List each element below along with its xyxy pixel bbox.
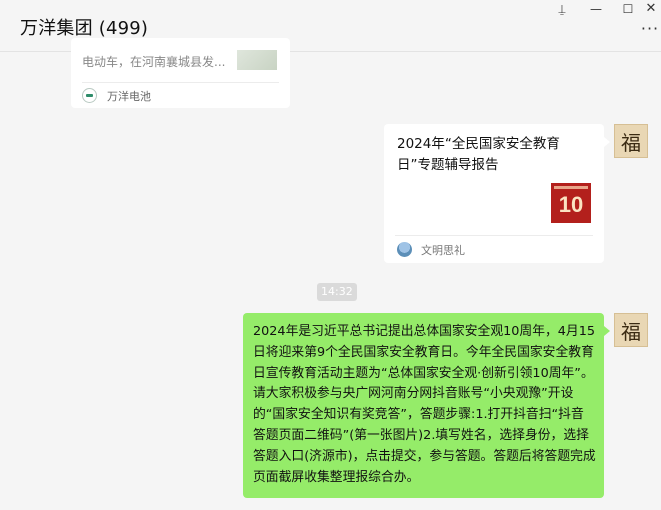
source-avatar-icon	[397, 242, 412, 257]
sender-avatar[interactable]: 福	[614, 124, 648, 158]
article-thumbnail: 10	[551, 183, 591, 223]
link-card-thumbnail	[237, 50, 277, 70]
pin-icon[interactable]: ⍊	[551, 0, 573, 18]
article-link-card[interactable]: 2024年“全民国家安全教育日”专题辅导报告 10 文明思礼	[384, 124, 610, 263]
message-timestamp: 14:32	[317, 283, 357, 301]
chat-title: 万洋集团 (499)	[20, 18, 149, 39]
thumbnail-banner	[554, 186, 588, 189]
thumbnail-number: 10	[558, 192, 584, 217]
text-message-bubble[interactable]: 2024年是习近平总书记提出总体国家安全观10周年，4月15日将迎来第9个全民国…	[243, 313, 610, 498]
close-button[interactable]: ✕	[640, 0, 661, 18]
divider	[82, 82, 279, 83]
divider	[395, 235, 593, 236]
sender-avatar[interactable]: 福	[614, 313, 648, 347]
article-source: 文明思礼	[421, 244, 465, 257]
source-logo-icon	[82, 88, 97, 103]
maximize-button[interactable]: ☐	[617, 0, 639, 18]
message-text: 2024年是习近平总书记提出总体国家安全观10周年，4月15日将迎来第9个全民国…	[253, 324, 596, 485]
link-card-source: 万洋电池	[107, 90, 151, 103]
chat-window: 万洋集团 (499) ⍊ — ☐ ✕ ··· 电动车，在河南襄城县发... 万洋…	[0, 0, 661, 510]
link-card-description: 电动车，在河南襄城县发...	[82, 55, 226, 69]
minimize-button[interactable]: —	[585, 0, 607, 18]
shared-link-card[interactable]: 电动车，在河南襄城县发... 万洋电池	[71, 38, 290, 108]
article-title: 2024年“全民国家安全教育日”专题辅导报告	[397, 136, 560, 173]
more-options-icon[interactable]: ···	[639, 20, 661, 38]
